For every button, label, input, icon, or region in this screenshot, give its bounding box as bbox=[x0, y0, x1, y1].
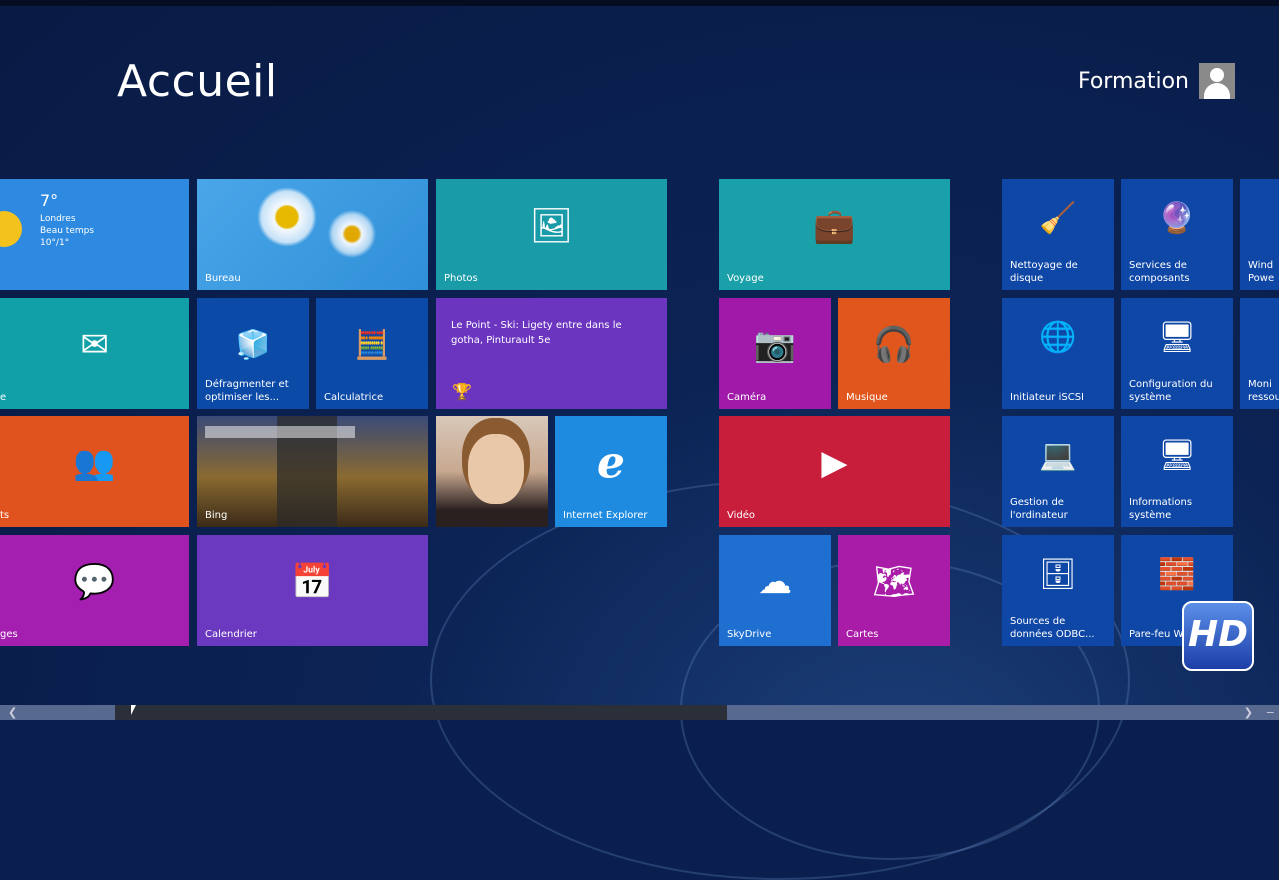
tile-calendar[interactable]: 📅 Calendrier bbox=[197, 535, 428, 646]
tile-label: Nettoyage de disque bbox=[1010, 260, 1078, 284]
firewall-icon: 🧱 bbox=[1158, 556, 1196, 592]
tile-skydrive[interactable]: ☁ SkyDrive bbox=[719, 535, 831, 646]
monitor-icon: 🖥 bbox=[1157, 437, 1197, 473]
tile-label: ts bbox=[0, 510, 10, 521]
tile-messaging[interactable]: 💬 ges bbox=[0, 535, 189, 646]
scroll-right-icon[interactable]: ❯ bbox=[1244, 705, 1253, 720]
tile-bing[interactable]: Bing bbox=[197, 416, 428, 527]
tile-label: Cartes bbox=[846, 629, 879, 640]
top-edge bbox=[0, 0, 1279, 6]
tile-label: ges bbox=[0, 629, 18, 640]
user-account[interactable]: Formation bbox=[1078, 63, 1235, 99]
tile-mail[interactable]: ✉ e bbox=[0, 298, 189, 409]
tile-music[interactable]: 🎧 Musique bbox=[838, 298, 950, 409]
cloud-icon: ☁ bbox=[758, 561, 792, 602]
weather-temp: 7° bbox=[40, 191, 59, 210]
tile-label: Services de composants bbox=[1129, 260, 1190, 284]
zoom-out-icon[interactable]: − bbox=[1266, 705, 1275, 720]
tile-system-info[interactable]: 🖥 Informations système bbox=[1121, 416, 1233, 527]
calculator-icon: 🧮 bbox=[354, 327, 390, 361]
scroll-left-icon[interactable]: ❮ bbox=[8, 705, 17, 720]
tile-label: Internet Explorer bbox=[563, 510, 648, 521]
horizontal-scrollbar[interactable]: ❮ ❯ − bbox=[0, 705, 1279, 720]
mouse-cursor-icon bbox=[131, 705, 136, 715]
calendar-icon: 📅 bbox=[291, 561, 334, 602]
tile-system-config[interactable]: 🖥 Configuration du système bbox=[1121, 298, 1233, 409]
tile-component-services[interactable]: 🔮 Services de composants bbox=[1121, 179, 1233, 290]
user-name: Formation bbox=[1077, 68, 1189, 94]
weather-city: Londres bbox=[40, 214, 76, 224]
computer-management-icon: 💻 bbox=[1039, 437, 1077, 473]
tile-label: Calculatrice bbox=[324, 392, 384, 403]
globe-icon: 🌐 bbox=[1039, 319, 1077, 355]
ie-icon: e bbox=[597, 437, 625, 489]
sun-icon bbox=[0, 211, 22, 247]
tile-label: e bbox=[0, 392, 7, 403]
news-headline: Le Point - Ski: Ligety entre dans le got… bbox=[451, 320, 622, 346]
tile-desktop[interactable]: Bureau bbox=[197, 179, 428, 290]
disk-cleanup-icon: 🧹 bbox=[1039, 200, 1077, 236]
tile-label: Sources de données ODBC... bbox=[1010, 616, 1095, 640]
component-services-icon: 🔮 bbox=[1158, 200, 1196, 236]
tile-iscsi[interactable]: 🌐 Initiateur iSCSI bbox=[1002, 298, 1114, 409]
trophy-icon: 🏆 bbox=[452, 382, 472, 401]
tile-label: Voyage bbox=[727, 273, 764, 284]
tile-maps[interactable]: 🗺 Cartes bbox=[838, 535, 950, 646]
hd-watermark: HD bbox=[1182, 601, 1254, 671]
tile-calculator[interactable]: 🧮 Calculatrice bbox=[316, 298, 428, 409]
video-play-icon: ▶ bbox=[821, 442, 848, 483]
tile-label: Vidéo bbox=[727, 510, 756, 521]
tile-label: Moni ressou bbox=[1248, 379, 1279, 403]
weather-condition: Beau temps bbox=[40, 226, 95, 236]
map-icon: 🗺 bbox=[872, 561, 916, 602]
bing-search-box bbox=[205, 426, 355, 438]
tile-label: Bureau bbox=[205, 273, 241, 284]
tile-label: Wind Powe bbox=[1248, 260, 1275, 284]
avatar bbox=[1199, 63, 1235, 99]
tile-computer-management[interactable]: 💻 Gestion de l'ordinateur bbox=[1002, 416, 1114, 527]
tile-label: Musique bbox=[846, 392, 888, 403]
suitcase-icon: 💼 bbox=[813, 205, 856, 246]
tile-windows-powershell[interactable]: Wind Powe bbox=[1240, 179, 1279, 290]
tile-news[interactable]: Le Point - Ski: Ligety entre dans le got… bbox=[436, 298, 667, 409]
chat-icon: 💬 bbox=[73, 561, 116, 602]
tile-travel[interactable]: 💼 Voyage bbox=[719, 179, 950, 290]
headphones-icon: 🎧 bbox=[872, 324, 916, 365]
tile-label: Défragmenter et optimiser les... bbox=[205, 379, 289, 403]
tile-resource-monitor[interactable]: Moni ressou bbox=[1240, 298, 1279, 409]
camera-icon: 📷 bbox=[753, 324, 797, 365]
tile-people[interactable]: 👥 ts bbox=[0, 416, 189, 527]
tile-label: SkyDrive bbox=[727, 629, 772, 640]
tile-label: Calendrier bbox=[205, 629, 257, 640]
people-icon: 👥 bbox=[73, 442, 116, 483]
tile-weather[interactable]: 7° Londres Beau temps 10°/1° bbox=[0, 179, 189, 290]
monitor-icon: 🖥 bbox=[1157, 319, 1197, 355]
daisy-image bbox=[257, 187, 317, 247]
tile-label: Initiateur iSCSI bbox=[1010, 392, 1084, 403]
tile-label: Photos bbox=[444, 273, 478, 284]
tile-label: Configuration du système bbox=[1129, 379, 1213, 403]
tile-odbc[interactable]: 🗄 Sources de données ODBC... bbox=[1002, 535, 1114, 646]
mail-icon: ✉ bbox=[80, 324, 109, 365]
tile-disk-cleanup[interactable]: 🧹 Nettoyage de disque bbox=[1002, 179, 1114, 290]
tile-label: Informations système bbox=[1129, 497, 1193, 521]
tile-photos[interactable]: 🖼 Photos bbox=[436, 179, 667, 290]
defrag-icon: 🧊 bbox=[235, 327, 271, 361]
tile-camera[interactable]: 📷 Caméra bbox=[719, 298, 831, 409]
tile-label: Bing bbox=[205, 510, 228, 521]
page-title: Accueil bbox=[117, 56, 278, 107]
person-photo bbox=[468, 434, 524, 504]
weather-range: 10°/1° bbox=[40, 238, 70, 248]
tile-defrag[interactable]: 🧊 Défragmenter et optimiser les... bbox=[197, 298, 309, 409]
daisy-image bbox=[327, 209, 377, 259]
tile-video[interactable]: ▶ Vidéo bbox=[719, 416, 950, 527]
tile-label: Gestion de l'ordinateur bbox=[1010, 497, 1068, 521]
tile-label: Caméra bbox=[727, 392, 767, 403]
odbc-icon: 🗄 bbox=[1038, 556, 1078, 592]
tile-internet-explorer[interactable]: e Internet Explorer bbox=[555, 416, 667, 527]
tile-photo-person[interactable] bbox=[436, 416, 548, 527]
scrollbar-thumb[interactable] bbox=[115, 705, 727, 720]
photos-icon: 🖼 bbox=[529, 205, 574, 246]
